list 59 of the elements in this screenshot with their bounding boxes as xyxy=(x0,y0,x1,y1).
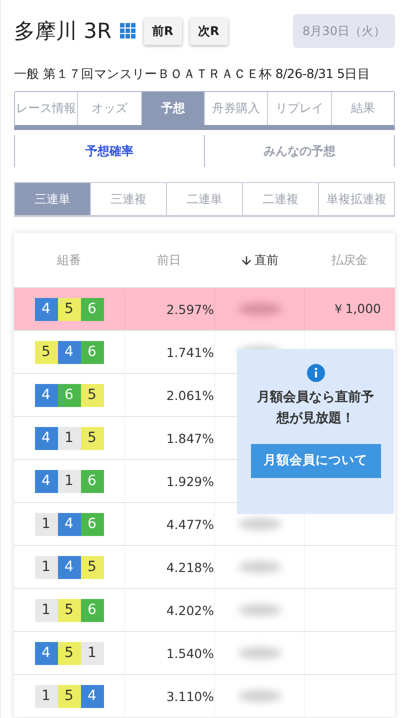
boat-number: 5 xyxy=(80,384,104,406)
boat-number: 4 xyxy=(58,512,80,536)
boat-number: 5 xyxy=(58,598,80,622)
info-icon xyxy=(306,364,324,382)
boat-number: 4 xyxy=(58,340,80,364)
probability: 1.741% xyxy=(166,344,214,360)
race-name: 一般 第１７回マンスリーＢＯＡＴＲＡＣＥ杯 8/26-8/31 5日目 xyxy=(14,66,372,83)
probability: 4.202% xyxy=(166,602,214,618)
boat-number: 6 xyxy=(80,340,104,364)
probability: 3.110% xyxy=(166,688,214,704)
boat-number: 4 xyxy=(34,384,58,406)
grid-icon[interactable] xyxy=(120,23,136,39)
probability: 4.477% xyxy=(166,516,214,532)
boat-number: 1 xyxy=(80,642,104,664)
boat-number: 1 xyxy=(34,684,58,708)
boat-number: 1 xyxy=(34,598,58,622)
payout: ￥1,000 xyxy=(332,300,381,318)
column-header[interactable]: 払戻金 xyxy=(332,252,368,268)
boat-number: 4 xyxy=(58,556,80,578)
boat-number: 5 xyxy=(58,684,80,708)
boat-number: 6 xyxy=(58,384,80,406)
boat-number: 5 xyxy=(80,556,104,578)
race-title: 多摩川 3R xyxy=(14,18,112,45)
boat-number: 6 xyxy=(80,298,104,320)
boat-number: 5 xyxy=(80,426,104,450)
boat-number: 1 xyxy=(34,512,58,536)
probability: 1.929% xyxy=(166,474,214,488)
date-selector[interactable]: 8月30日（火） xyxy=(293,14,395,48)
blurred-value xyxy=(238,303,282,315)
boat-number: 5 xyxy=(58,642,80,664)
popup-message: 月額会員なら直前予想が見放題！ xyxy=(256,388,375,428)
probability: 2.061% xyxy=(166,388,214,402)
boat-number: 1 xyxy=(34,556,58,578)
boat-number: 6 xyxy=(80,598,104,622)
boat-number: 1 xyxy=(58,426,80,450)
probability: 1.847% xyxy=(166,430,214,446)
boat-number: 4 xyxy=(34,298,58,320)
next-race-button[interactable]: 次R xyxy=(190,18,228,44)
boat-number: 4 xyxy=(34,470,58,492)
column-header[interactable]: 組番 xyxy=(57,252,81,268)
tab[interactable]: 結果 xyxy=(330,92,394,125)
boat-number: 4 xyxy=(34,642,58,664)
boat-number: 4 xyxy=(34,426,58,450)
probability: 1.540% xyxy=(166,646,214,660)
column-header[interactable]: 前日 xyxy=(157,252,181,268)
boat-number: 6 xyxy=(80,470,104,492)
boat-number: 5 xyxy=(58,298,80,320)
probability: 4.218% xyxy=(166,560,214,574)
down-arrow-icon xyxy=(240,254,252,266)
boat-number: 1 xyxy=(58,470,80,492)
membership-button[interactable]: 月額会員について xyxy=(250,444,380,478)
boat-number: 4 xyxy=(80,684,104,708)
column-header[interactable]: 直前 xyxy=(240,252,278,268)
boat-number: 6 xyxy=(80,512,104,536)
previous-race-button[interactable]: 前R xyxy=(144,18,182,44)
boat-number: 5 xyxy=(34,340,58,364)
bet-type-tab[interactable]: 三連単 xyxy=(15,183,90,215)
tab[interactable]: 予想 xyxy=(140,92,204,125)
probability: 2.597% xyxy=(166,302,214,316)
